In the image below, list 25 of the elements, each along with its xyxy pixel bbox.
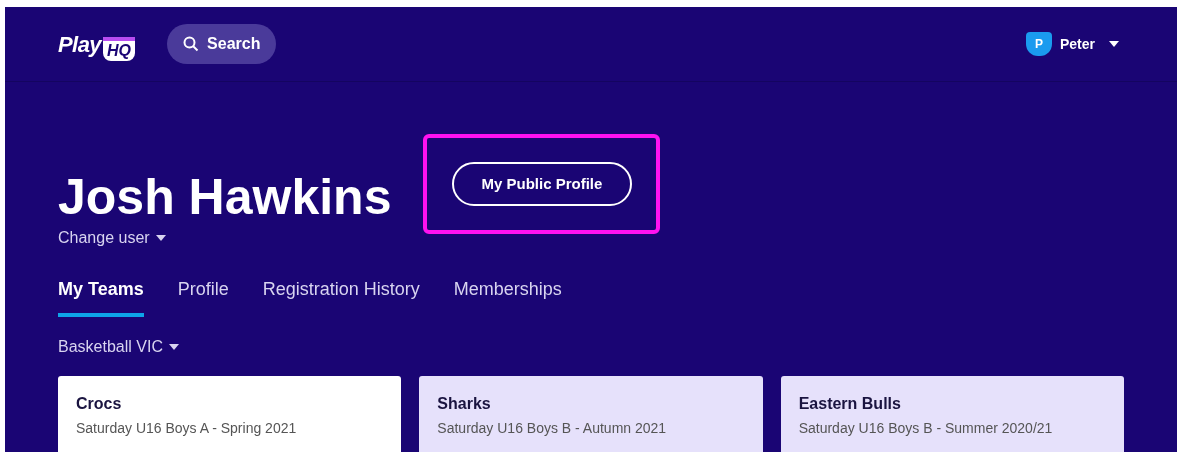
team-card[interactable]: Eastern Bulls Saturday U16 Boys B - Summer 2020/21 bbox=[780, 376, 1124, 452]
tab[interactable]: Profile bbox=[177, 276, 229, 317]
caret-icon bbox=[1109, 41, 1119, 47]
team-card[interactable]: Crocs Saturday U16 Boys A - Spring 2021 bbox=[58, 376, 402, 452]
team-name: Crocs bbox=[76, 394, 123, 414]
tab[interactable]: Registration History bbox=[262, 276, 420, 317]
team-name: Sharks bbox=[437, 394, 492, 414]
caret-icon bbox=[155, 235, 166, 241]
caret-icon bbox=[168, 344, 179, 350]
organisation-dropdown[interactable]: Basketball VIC bbox=[58, 335, 179, 359]
user-menu[interactable]: P Peter bbox=[1025, 32, 1119, 56]
tab[interactable]: My Teams bbox=[58, 276, 144, 317]
team-detail: Saturday U16 Boys A - Spring 2021 bbox=[76, 419, 298, 438]
change-user-dropdown[interactable]: Change user bbox=[58, 226, 166, 250]
team-detail: Saturday U16 Boys B - Autumn 2021 bbox=[437, 419, 668, 438]
team-detail: Saturday U16 Boys B - Summer 2020/21 bbox=[798, 419, 1054, 438]
team-name: Eastern Bulls bbox=[798, 394, 902, 414]
avatar-icon: P bbox=[1025, 32, 1052, 56]
public-profile-button[interactable]: My Public Profile bbox=[451, 162, 633, 206]
search-button[interactable]: Search bbox=[167, 24, 277, 64]
logo[interactable]: Play HQ bbox=[58, 27, 136, 61]
team-card[interactable]: Sharks Saturday U16 Boys B - Autumn 2021 bbox=[419, 376, 763, 452]
search-icon bbox=[183, 36, 200, 52]
tab[interactable]: Memberships bbox=[453, 276, 562, 317]
user-name: Josh Hawkins bbox=[58, 172, 392, 222]
